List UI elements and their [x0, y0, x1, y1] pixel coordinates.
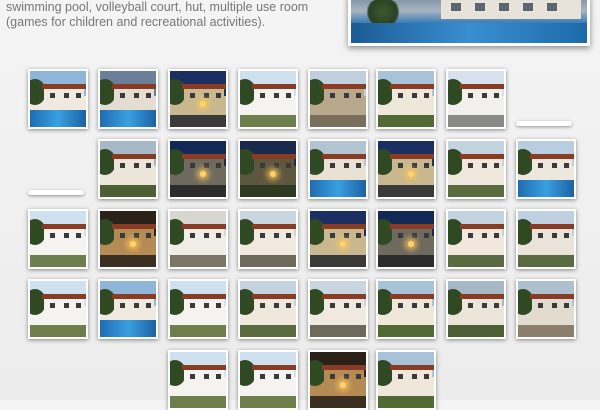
hero-building [441, 0, 581, 19]
gallery-thumbnail[interactable] [28, 279, 88, 339]
gallery-thumbnail[interactable] [168, 279, 228, 339]
gallery-thumbnail[interactable] [98, 69, 158, 129]
gallery-thumbnail[interactable] [98, 209, 158, 269]
gallery-thumbnail[interactable] [238, 350, 298, 410]
gallery-thumbnail[interactable] [238, 279, 298, 339]
gallery-thumbnail[interactable] [168, 69, 228, 129]
gallery-thumbnail[interactable] [516, 209, 576, 269]
gallery-thumbnail[interactable] [98, 279, 158, 339]
scroll-indicator[interactable] [28, 190, 84, 195]
gallery-thumbnail[interactable] [516, 139, 576, 199]
gallery-thumbnail[interactable] [238, 139, 298, 199]
gallery-thumbnail[interactable] [376, 139, 436, 199]
gallery-thumbnail[interactable] [28, 209, 88, 269]
gallery-thumbnail[interactable] [98, 139, 158, 199]
hero-pool-photo[interactable] [348, 0, 590, 46]
gallery-thumbnail[interactable] [308, 350, 368, 410]
gallery-thumbnail[interactable] [308, 279, 368, 339]
hero-palm [363, 0, 403, 25]
gallery-thumbnail[interactable] [446, 279, 506, 339]
intro-text: swimming pool, volleyball court, hut, mu… [6, 0, 309, 29]
gallery-thumbnail[interactable] [446, 139, 506, 199]
gallery-thumbnail[interactable] [308, 209, 368, 269]
gallery-thumbnail[interactable] [516, 279, 576, 339]
gallery-thumbnail[interactable] [238, 69, 298, 129]
scroll-indicator[interactable] [516, 121, 572, 126]
gallery-thumbnail[interactable] [168, 350, 228, 410]
gallery-thumbnail[interactable] [376, 279, 436, 339]
gallery-thumbnail[interactable] [446, 209, 506, 269]
gallery-thumbnail[interactable] [308, 139, 368, 199]
gallery-thumbnail[interactable] [168, 209, 228, 269]
gallery-thumbnail[interactable] [376, 209, 436, 269]
gallery-thumbnail[interactable] [238, 209, 298, 269]
gallery-thumbnail[interactable] [376, 69, 436, 129]
gallery-thumbnail[interactable] [308, 69, 368, 129]
gallery-thumbnail[interactable] [28, 69, 88, 129]
gallery-thumbnail[interactable] [446, 69, 506, 129]
gallery-thumbnail[interactable] [168, 139, 228, 199]
gallery-thumbnail[interactable] [376, 350, 436, 410]
hero-pool [351, 23, 587, 43]
